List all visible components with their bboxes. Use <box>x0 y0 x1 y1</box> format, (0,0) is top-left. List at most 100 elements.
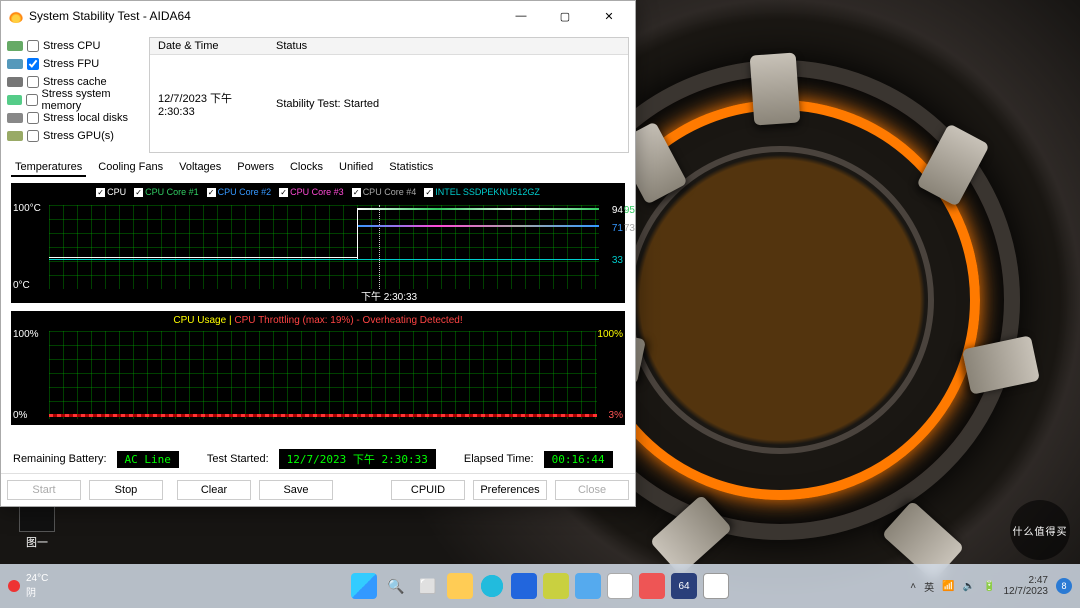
edge-icon[interactable] <box>479 573 505 599</box>
legend-checkbox[interactable]: ✓ <box>352 188 361 197</box>
chart-grid <box>49 331 597 419</box>
started-label: Test Started: <box>207 453 269 465</box>
system-tray[interactable]: ˄ 英 📶 🔊 🔋 2:47 12/7/2023 8 <box>910 575 1072 597</box>
stress-checkbox[interactable] <box>27 58 39 70</box>
legend-item[interactable]: ✓CPU Core #3 <box>279 187 344 197</box>
usage-title-warn: CPU Throttling (max: 19%) - Overheating … <box>234 315 462 326</box>
device-icon <box>7 77 23 87</box>
ms-store-icon[interactable] <box>607 573 633 599</box>
stress-checkbox[interactable] <box>26 94 38 106</box>
usage-legend: CPU Usage | CPU Throttling (max: 19%) - … <box>11 315 625 326</box>
stress-checkbox[interactable] <box>27 76 39 88</box>
legend-item[interactable]: ✓INTEL SSDPEKNU512GZ <box>424 187 540 197</box>
legend-checkbox[interactable]: ✓ <box>424 188 433 197</box>
search-icon[interactable]: 🔍 <box>383 573 409 599</box>
stress-checkbox[interactable] <box>27 130 39 142</box>
tab-statistics[interactable]: Statistics <box>385 159 437 177</box>
chart-tabs: Temperatures Cooling Fans Voltages Powers Cl… <box>7 157 629 179</box>
legend-item[interactable]: ✓CPU Core #4 <box>352 187 417 197</box>
preferences-button[interactable]: Preferences <box>473 480 547 500</box>
app-icon-5[interactable] <box>703 573 729 599</box>
legend-checkbox[interactable]: ✓ <box>134 188 143 197</box>
stress-label: Stress FPU <box>43 58 99 70</box>
tab-voltages[interactable]: Voltages <box>175 159 225 177</box>
aida64-taskbar-icon[interactable]: 64 <box>671 573 697 599</box>
wifi-icon[interactable]: 📶 <box>942 581 954 592</box>
throttle-reading: 3% <box>609 410 623 421</box>
stress-checkbox[interactable] <box>27 112 39 124</box>
battery-label: Remaining Battery: <box>13 453 107 465</box>
legend-checkbox[interactable]: ✓ <box>279 188 288 197</box>
app-icon-1[interactable] <box>511 573 537 599</box>
start-button-taskbar[interactable] <box>351 573 377 599</box>
app-icon-3[interactable] <box>575 573 601 599</box>
desktop-icon-thumb <box>19 504 55 532</box>
window-title: System Stability Test - AIDA64 <box>29 9 191 23</box>
stress-label: Stress CPU <box>43 40 100 52</box>
stop-button[interactable]: Stop <box>89 480 163 500</box>
reading-core4: 73 <box>624 223 635 234</box>
stress-label: Stress system memory <box>42 88 143 112</box>
stress-checkbox[interactable] <box>27 40 39 52</box>
app-icon-4[interactable] <box>639 573 665 599</box>
explorer-icon[interactable] <box>447 573 473 599</box>
stress-label: Stress local disks <box>43 112 128 124</box>
tab-temperatures[interactable]: Temperatures <box>11 159 86 177</box>
reading-core2: 71 <box>612 223 623 234</box>
elapsed-value: 00:16:44 <box>544 451 613 468</box>
close-button[interactable]: Close <box>555 480 629 500</box>
close-window-button[interactable]: ✕ <box>587 2 631 30</box>
cpuid-button[interactable]: CPUID <box>391 480 465 500</box>
tray-time: 2:47 <box>1004 575 1049 586</box>
app-icon-2[interactable] <box>543 573 569 599</box>
log-col-datetime[interactable]: Date & Time <box>150 38 268 55</box>
usage-chart: CPU Usage | CPU Throttling (max: 19%) - … <box>11 311 625 425</box>
start-button[interactable]: Start <box>7 480 81 500</box>
y2-top: 100% <box>13 329 39 340</box>
battery-icon[interactable]: 🔋 <box>983 581 995 592</box>
button-bar: Start Stop Clear Save CPUID Preferences … <box>1 473 635 506</box>
desktop-icon[interactable]: 图一 <box>12 504 62 550</box>
tab-cooling-fans[interactable]: Cooling Fans <box>94 159 167 177</box>
legend-item[interactable]: ✓CPU Core #1 <box>134 187 199 197</box>
log-status: Stability Test: Started <box>268 55 628 152</box>
log-col-status[interactable]: Status <box>268 38 628 55</box>
device-icon <box>7 95 22 105</box>
y2-bot: 0% <box>13 410 27 421</box>
clear-button[interactable]: Clear <box>177 480 251 500</box>
app-icon <box>9 9 23 23</box>
task-view-icon[interactable]: ⬜ <box>415 573 441 599</box>
usage-title-a: CPU Usage <box>173 315 226 326</box>
tray-date: 12/7/2023 <box>1004 586 1049 597</box>
stress-row: Stress GPU(s) <box>7 127 143 145</box>
lang-indicator[interactable]: 英 <box>924 579 934 594</box>
tab-clocks[interactable]: Clocks <box>286 159 327 177</box>
tray-expand-icon[interactable]: ˄ <box>910 581 916 592</box>
taskbar-weather[interactable]: 24°C 阴 <box>8 573 48 599</box>
save-button[interactable]: Save <box>259 480 333 500</box>
notifications-icon[interactable]: 8 <box>1056 578 1072 594</box>
taskbar-center: 🔍 ⬜ 64 <box>351 573 729 599</box>
weather-icon <box>8 580 20 592</box>
tab-unified[interactable]: Unified <box>335 159 377 177</box>
reading-core1: 95 <box>624 205 635 216</box>
stress-options: Stress CPU Stress FPU Stress cache Stres… <box>7 37 143 153</box>
legend-checkbox[interactable]: ✓ <box>207 188 216 197</box>
maximize-button[interactable]: ▢ <box>543 2 587 30</box>
titlebar[interactable]: System Stability Test - AIDA64 — ▢ ✕ <box>1 1 635 31</box>
tab-powers[interactable]: Powers <box>233 159 278 177</box>
wallpaper-clip <box>750 52 801 125</box>
weather-temp: 24°C <box>26 573 48 584</box>
stress-row: Stress CPU <box>7 37 143 55</box>
legend-checkbox[interactable]: ✓ <box>96 188 105 197</box>
temperature-chart: ✓CPU ✓CPU Core #1 ✓CPU Core #2 ✓CPU Core #3… <box>11 183 625 303</box>
status-bar: Remaining Battery: AC Line Test Started:… <box>7 445 629 473</box>
volume-icon[interactable]: 🔊 <box>963 581 975 592</box>
reading-cpu: 94 <box>612 205 623 216</box>
temperature-legend: ✓CPU ✓CPU Core #1 ✓CPU Core #2 ✓CPU Core #3… <box>11 187 625 197</box>
legend-item[interactable]: ✓CPU <box>96 187 126 197</box>
log-row[interactable]: 12/7/2023 下午 2:30:33 Stability Test: Sta… <box>150 55 628 152</box>
stress-row: Stress local disks <box>7 109 143 127</box>
legend-item[interactable]: ✓CPU Core #2 <box>207 187 272 197</box>
minimize-button[interactable]: — <box>499 2 543 30</box>
